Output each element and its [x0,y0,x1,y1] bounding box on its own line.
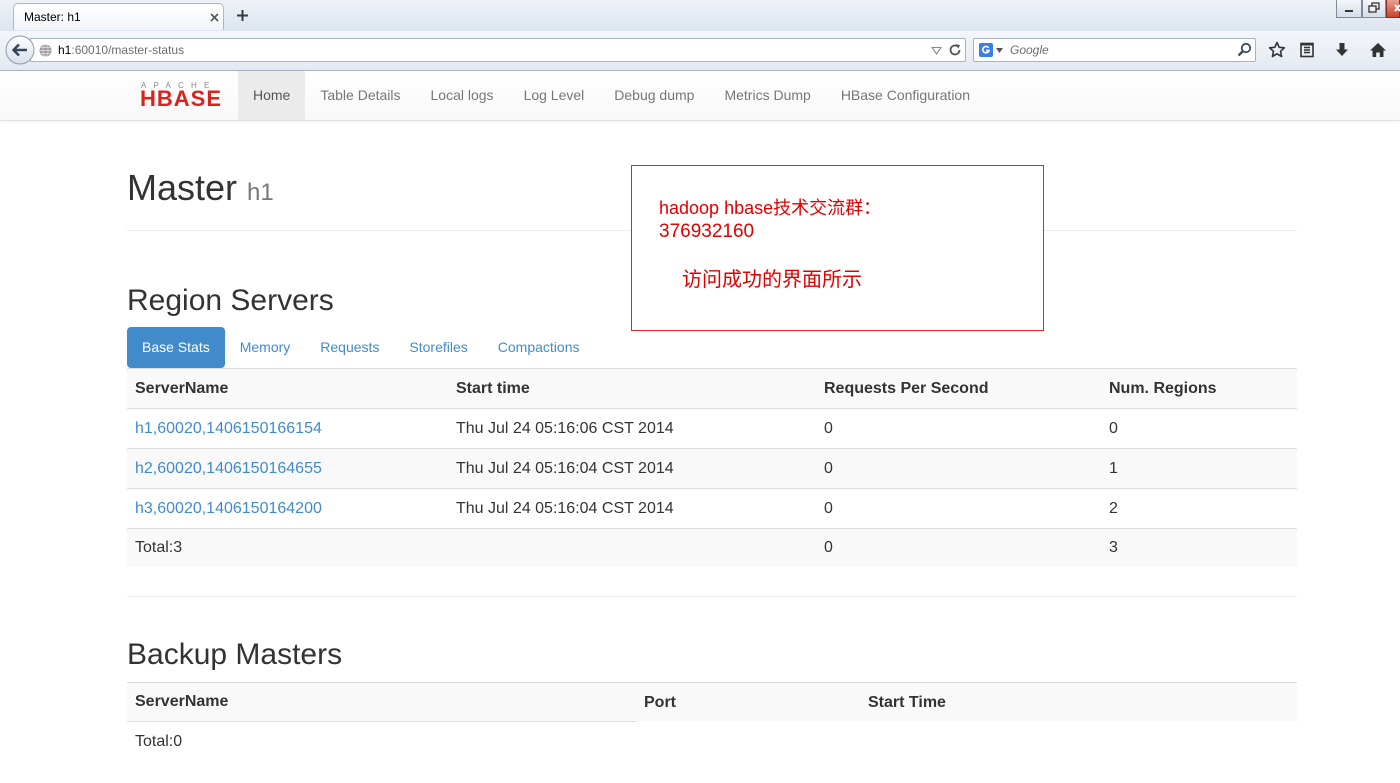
divider [127,596,1297,597]
region-servers-tabs: Base Stats Memory Requests Storefiles Co… [127,327,594,368]
region-servers-table: ServerName Start time Requests Per Secon… [127,368,1297,567]
nav-hbase-configuration[interactable]: HBase Configuration [826,71,985,120]
page-title-host: h1 [247,179,274,206]
table-total-row: Total:3 0 3 [127,528,1297,567]
globe-icon[interactable] [39,44,52,57]
backup-masters-table: ServerName Port Start Time Total:0 [127,682,1297,762]
total-label: Total:0 [135,733,183,750]
tab-strip: Master: h1 [0,0,1400,31]
star-icon[interactable] [1268,41,1286,59]
column-header-start-time: Start Time [868,693,946,711]
tab-compactions[interactable]: Compactions [483,327,595,368]
search-box[interactable]: Google [973,38,1256,62]
nav-table-details[interactable]: Table Details [305,71,415,120]
total-regions: 3 [1109,539,1118,556]
region-servers-heading: Region Servers [127,284,334,317]
table-header-row: ServerName Start time Requests Per Secon… [127,368,1297,408]
regions-cell: 1 [1109,459,1118,477]
restore-icon[interactable] [1362,0,1386,18]
minimize-icon[interactable] [1336,0,1362,18]
table-row: h1,60020,1406150166154 Thu Jul 24 05:16:… [127,408,1297,448]
column-header-port: Port [644,693,676,711]
browser-window: Master: h1 h1:60010/master-status Google… [0,0,1400,783]
google-icon[interactable] [979,43,993,57]
table-total-row: Total:0 [127,722,1297,762]
nav-local-logs[interactable]: Local logs [416,71,509,120]
table-row: h2,60020,1406150164655 Thu Jul 24 05:16:… [127,448,1297,488]
annotation-line-3: 访问成功的界面所示 [682,269,862,291]
column-header-servername: ServerName [135,379,229,397]
table-header-row: ServerName Port Start Time [127,682,1297,722]
tab-title: Master: h1 [24,10,81,24]
search-icon[interactable] [1237,42,1252,57]
total-requests: 0 [824,539,833,556]
hbase-logo[interactable]: APACHE HBASE [140,81,224,111]
home-icon[interactable] [1369,41,1387,59]
url-text[interactable]: h1:60010/master-status [58,39,184,61]
back-arrow-icon[interactable] [5,35,35,65]
total-empty-cell [448,529,816,567]
navigation-toolbar: h1:60010/master-status Google [0,31,1400,71]
nav-menu: Home Table Details Local logs Log Level … [238,71,985,120]
annotation-line-1: hadoop hbase技术交流群： [659,198,882,218]
page-title: Master h1 [127,168,274,216]
url-host: h1 [58,43,72,57]
window-close-icon[interactable] [1386,0,1400,18]
server-link[interactable]: h3,60020,1406150164200 [135,500,322,518]
url-bar[interactable]: h1:60010/master-status [30,38,966,62]
column-header-num-regions: Num. Regions [1109,379,1217,397]
nav-debug-dump[interactable]: Debug dump [599,71,709,120]
regions-cell: 0 [1109,419,1118,437]
hbase-navbar: APACHE HBASE Home Table Details Local lo… [0,71,1400,121]
server-link[interactable]: h1,60020,1406150166154 [135,420,322,438]
tab-requests[interactable]: Requests [305,327,394,368]
column-header-start-time: Start time [456,379,530,397]
close-icon[interactable] [209,12,220,23]
plus-icon[interactable] [236,9,249,22]
tab-master-h1[interactable]: Master: h1 [13,3,224,30]
search-input[interactable]: Google [1010,39,1049,61]
regions-cell: 2 [1109,499,1118,517]
logo-hbase-text: HBASE [140,86,223,111]
nav-metrics-dump[interactable]: Metrics Dump [709,71,825,120]
nav-log-level[interactable]: Log Level [509,71,600,120]
total-label: Total:3 [135,539,183,556]
tab-storefiles[interactable]: Storefiles [394,327,482,368]
nav-home[interactable]: Home [238,71,306,120]
bookmarks-list-icon[interactable] [1298,41,1316,59]
backup-masters-heading: Backup Masters [127,638,343,671]
requests-cell: 0 [824,419,833,437]
tab-memory[interactable]: Memory [225,327,306,368]
server-link[interactable]: h2,60020,1406150164655 [135,460,322,478]
requests-cell: 0 [824,459,833,477]
annotation-line-2: 376932160 [659,221,755,242]
column-header-servername: ServerName [127,683,636,722]
requests-cell: 0 [824,499,833,517]
reload-icon[interactable] [948,43,962,57]
start-time-cell: Thu Jul 24 05:16:04 CST 2014 [456,459,674,477]
chevron-down-icon[interactable] [996,48,1003,53]
start-time-cell: Thu Jul 24 05:16:04 CST 2014 [456,499,674,517]
table-row: h3,60020,1406150164200 Thu Jul 24 05:16:… [127,488,1297,528]
page-title-text: Master [127,167,238,208]
url-path: :60010/master-status [71,43,185,57]
start-time-cell: Thu Jul 24 05:16:06 CST 2014 [456,419,674,437]
column-header-requests-per-second: Requests Per Second [824,379,989,397]
tab-base-stats[interactable]: Base Stats [127,327,225,368]
download-icon[interactable] [1333,41,1351,59]
dropdown-triangle-icon[interactable] [931,46,942,55]
annotation-box: hadoop hbase技术交流群： 376932160 访问成功的界面所示 [631,165,1044,331]
